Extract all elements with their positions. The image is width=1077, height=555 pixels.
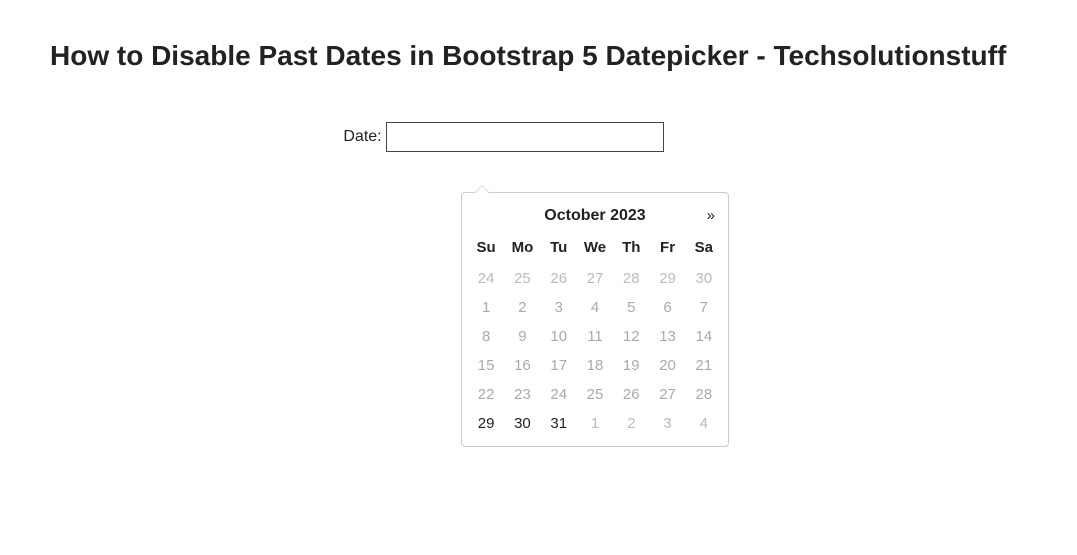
calendar-day: 20 — [649, 351, 685, 380]
dow-header: We — [577, 235, 613, 264]
calendar-day[interactable]: 31 — [541, 409, 577, 438]
calendar-day: 11 — [577, 322, 613, 351]
calendar-day: 13 — [649, 322, 685, 351]
dow-header: Fr — [649, 235, 685, 264]
calendar-day: 30 — [686, 264, 722, 293]
calendar-day: 12 — [613, 322, 649, 351]
calendar-day: 14 — [686, 322, 722, 351]
calendar-day: 1 — [577, 409, 613, 438]
datepicker-header: October 2023 » — [468, 201, 722, 235]
calendar-day: 29 — [649, 264, 685, 293]
calendar-week-row: 22232425262728 — [468, 380, 722, 409]
calendar-day: 27 — [649, 380, 685, 409]
date-form-row: Date: — [0, 122, 1027, 152]
next-month-icon[interactable]: » — [707, 207, 712, 224]
calendar-day[interactable]: 30 — [504, 409, 540, 438]
calendar-day: 6 — [649, 293, 685, 322]
calendar-day: 28 — [686, 380, 722, 409]
date-input[interactable] — [386, 122, 664, 152]
datepicker-month-title[interactable]: October 2023 — [544, 207, 645, 225]
calendar-day: 9 — [504, 322, 540, 351]
calendar-day: 26 — [613, 380, 649, 409]
calendar-day[interactable]: 29 — [468, 409, 504, 438]
calendar-week-row: 15161718192021 — [468, 351, 722, 380]
calendar-day: 3 — [541, 293, 577, 322]
dow-header: Mo — [504, 235, 540, 264]
calendar-day: 28 — [613, 264, 649, 293]
dow-header: Su — [468, 235, 504, 264]
calendar-day: 24 — [468, 264, 504, 293]
calendar-week-row: 2930311234 — [468, 409, 722, 438]
calendar-day: 22 — [468, 380, 504, 409]
calendar-day: 3 — [649, 409, 685, 438]
calendar-day: 18 — [577, 351, 613, 380]
calendar-day: 1 — [468, 293, 504, 322]
dow-header: Sa — [686, 235, 722, 264]
calendar-day: 27 — [577, 264, 613, 293]
date-label: Date: — [343, 128, 381, 146]
calendar-day: 2 — [613, 409, 649, 438]
datepicker-popup: October 2023 » SuMoTuWeThFrSa 2425262728… — [461, 192, 729, 447]
calendar-day: 21 — [686, 351, 722, 380]
dow-header: Th — [613, 235, 649, 264]
calendar-day: 10 — [541, 322, 577, 351]
calendar-day: 2 — [504, 293, 540, 322]
calendar-day: 8 — [468, 322, 504, 351]
page-title: How to Disable Past Dates in Bootstrap 5… — [50, 40, 1027, 72]
dow-header: Tu — [541, 235, 577, 264]
calendar-day: 5 — [613, 293, 649, 322]
calendar-day: 24 — [541, 380, 577, 409]
calendar-day: 26 — [541, 264, 577, 293]
calendar-week-row: 1234567 — [468, 293, 722, 322]
calendar-day: 15 — [468, 351, 504, 380]
calendar-day: 23 — [504, 380, 540, 409]
calendar-day: 4 — [577, 293, 613, 322]
calendar-day: 25 — [504, 264, 540, 293]
datepicker-grid: SuMoTuWeThFrSa 2425262728293012345678910… — [468, 235, 722, 438]
calendar-day: 7 — [686, 293, 722, 322]
calendar-day: 25 — [577, 380, 613, 409]
calendar-week-row: 891011121314 — [468, 322, 722, 351]
calendar-week-row: 24252627282930 — [468, 264, 722, 293]
calendar-day: 19 — [613, 351, 649, 380]
calendar-day: 17 — [541, 351, 577, 380]
calendar-day: 16 — [504, 351, 540, 380]
calendar-day: 4 — [686, 409, 722, 438]
